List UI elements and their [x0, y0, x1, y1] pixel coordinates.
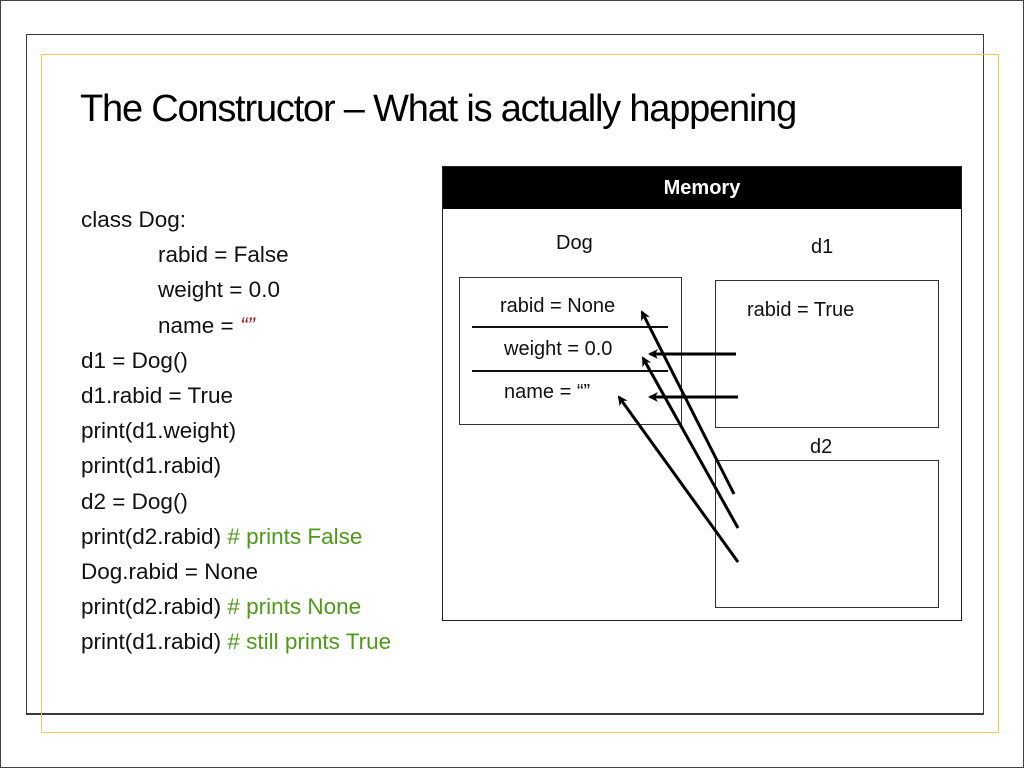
code-comment: # still prints True	[227, 629, 392, 655]
code-line: weight = 0.0	[81, 272, 391, 307]
code-comment: # prints False	[227, 523, 363, 549]
code-text: d1 = Dog()	[81, 347, 188, 373]
code-line: d2 = Dog()	[81, 484, 391, 519]
code-line: rabid = False	[81, 237, 391, 272]
dog-attr-weight: weight = 0.0	[504, 338, 613, 360]
code-text: Dog.rabid = None	[81, 559, 258, 585]
code-text: name =	[158, 312, 240, 338]
code-line: print(d1.rabid) # still prints True	[81, 624, 391, 659]
code-line: class Dog:	[81, 202, 391, 237]
code-text: print(d1.rabid)	[81, 629, 228, 655]
code-comment: # prints None	[227, 594, 362, 620]
memory-header: Memory	[443, 167, 961, 209]
code-block: class Dog: rabid = False weight = 0.0 na…	[81, 202, 391, 660]
dog-attr-rabid: rabid = None	[500, 295, 616, 317]
d1-label: d1	[811, 236, 834, 258]
code-text: d1.rabid = True	[81, 383, 233, 409]
code-line: print(d2.rabid) # prints None	[81, 589, 391, 624]
code-line: name = “”	[81, 308, 391, 343]
code-line: Dog.rabid = None	[81, 554, 391, 589]
d2-label: d2	[810, 436, 833, 458]
slide-title: The Constructor – What is actually happe…	[80, 88, 797, 130]
code-text: print(d1.rabid)	[81, 453, 222, 479]
code-text: rabid = False	[158, 242, 289, 268]
code-text: class Dog:	[81, 207, 187, 232]
code-line: print(d1.rabid)	[81, 448, 391, 483]
code-line: d1 = Dog()	[81, 343, 391, 378]
string-literal: “”	[239, 312, 255, 338]
d1-attr-rabid: rabid = True	[747, 299, 855, 321]
code-line: print(d2.rabid) # prints False	[81, 519, 391, 554]
d2-instance-box	[715, 460, 939, 608]
code-text: print(d1.weight)	[81, 418, 237, 444]
dog-label: Dog	[556, 232, 593, 254]
code-text: weight = 0.0	[158, 277, 280, 303]
code-text: d2 = Dog()	[81, 488, 188, 514]
dog-attr-name: name = “”	[504, 381, 591, 403]
code-line: print(d1.weight)	[81, 413, 391, 448]
code-text: print(d2.rabid)	[81, 594, 228, 620]
code-line: d1.rabid = True	[81, 378, 391, 413]
code-text: print(d2.rabid)	[81, 523, 228, 549]
